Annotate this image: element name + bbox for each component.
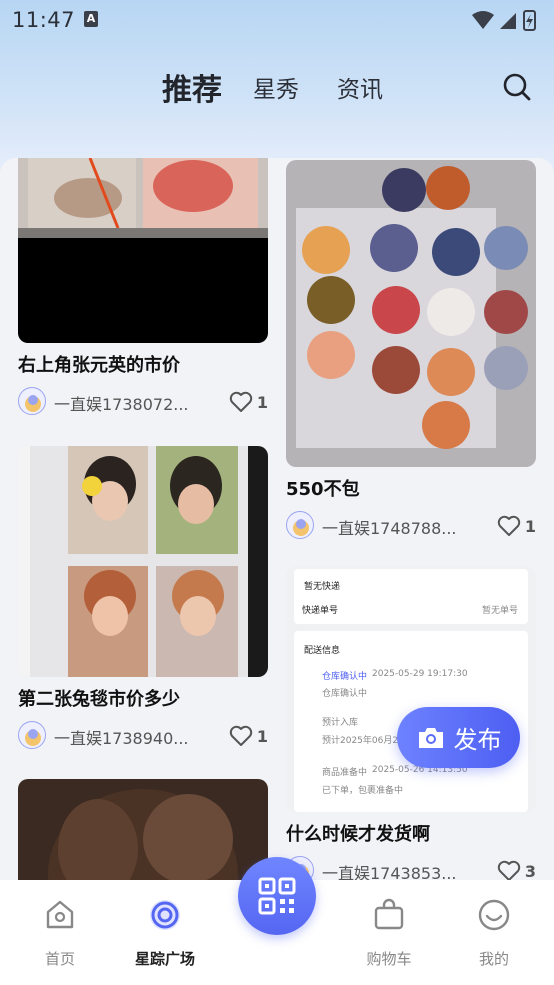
heart-icon xyxy=(229,391,253,412)
like-button[interactable]: 1 xyxy=(497,513,536,539)
feed-content: 右上角张元英的市价 一直娱1738072... 1 第二张兔毯市价多少 一直娱1… xyxy=(0,158,554,880)
tab-news[interactable]: 资讯 xyxy=(337,70,383,104)
like-count: 1 xyxy=(256,392,268,412)
like-count: 3 xyxy=(524,861,536,881)
no-express-text: 暂无快递 xyxy=(304,582,341,592)
post-card[interactable]: 第二张兔毯市价多少 一直娱1738940... 1 xyxy=(18,446,268,751)
post-title: 550不包 xyxy=(286,479,360,500)
nav-label: 首页 xyxy=(44,950,75,968)
nav-label: 我的 xyxy=(478,950,509,968)
post-image xyxy=(18,779,268,880)
step-title: 预计入库 xyxy=(322,718,359,728)
nav-label: 购物车 xyxy=(366,950,412,968)
qr-scan-icon xyxy=(258,877,296,915)
status-indicators-icon xyxy=(472,10,536,31)
tab-star-show[interactable]: 星秀 xyxy=(253,70,299,104)
avatar[interactable] xyxy=(18,387,46,415)
post-meta: 一直娱1738940... 1 xyxy=(18,721,268,751)
bag-icon xyxy=(374,898,404,930)
nav-item-home[interactable]: 首页 xyxy=(10,898,110,969)
nav-item-cart[interactable]: 购物车 xyxy=(339,898,439,969)
express-number-value: 暂无单号 xyxy=(481,606,518,616)
like-button[interactable]: 1 xyxy=(229,723,268,749)
status-time: 11:47 xyxy=(12,8,76,32)
username[interactable]: 一直娱1748788... xyxy=(322,515,457,539)
post-card[interactable]: 550不包 一直娱1748788... 1 xyxy=(286,160,536,541)
delivery-info-heading: 配送信息 xyxy=(304,646,341,656)
post-card[interactable]: 右上角张元英的市价 一直娱1738072... 1 xyxy=(18,158,268,417)
camera-icon xyxy=(418,727,443,748)
like-count: 1 xyxy=(256,726,268,746)
nav-item-mine[interactable]: 我的 xyxy=(444,898,544,969)
post-title: 什么时候才发货啊 xyxy=(286,824,430,845)
nav-label: 星踪广场 xyxy=(134,950,195,968)
step-title: 商品准备中 xyxy=(322,768,368,778)
like-button[interactable]: 1 xyxy=(229,389,268,415)
status-bar: 11:47 A xyxy=(0,0,554,38)
target-icon xyxy=(150,900,180,930)
express-number-label: 快递单号 xyxy=(302,606,339,616)
post-card[interactable] xyxy=(18,779,268,880)
username[interactable]: 一直娱1738072... xyxy=(54,391,189,415)
top-tab-bar: 推荐 星秀 资讯 xyxy=(0,60,554,116)
avatar[interactable] xyxy=(18,721,46,749)
post-meta: 一直娱1738072... 1 xyxy=(18,387,268,417)
like-count: 1 xyxy=(524,516,536,536)
photocard-binder-image xyxy=(18,446,268,677)
badges-photo-image xyxy=(286,160,536,467)
publish-label: 发布 xyxy=(453,726,502,754)
express-info-box: 暂无快递 快递单号 暂无单号 xyxy=(294,569,528,624)
binder-photo-image xyxy=(18,158,268,343)
like-button[interactable]: 3 xyxy=(497,858,536,880)
post-image: 暂无快递 快递单号 暂无单号 配送信息 仓库确认中 2025-05-29 19:… xyxy=(286,566,536,812)
post-title: 右上角张元英的市价 xyxy=(18,355,180,376)
home-icon xyxy=(46,900,74,929)
nav-item-star-square[interactable]: 星踪广场 xyxy=(115,898,215,969)
avatar[interactable] xyxy=(286,511,314,539)
post-title: 第二张兔毯市价多少 xyxy=(18,689,180,710)
post-image xyxy=(18,446,268,677)
publish-button[interactable]: 发布 xyxy=(397,707,520,768)
scan-button[interactable] xyxy=(238,857,316,935)
post-meta: 一直娱1748788... 1 xyxy=(286,511,536,541)
username[interactable]: 一直娱1738940... xyxy=(54,725,189,749)
username[interactable]: 一直娱1743853... xyxy=(322,860,457,880)
step-desc: 已下单，包裹准备中 xyxy=(322,786,404,796)
heart-icon xyxy=(497,515,521,536)
search-icon[interactable] xyxy=(502,72,532,102)
post-meta: 一直娱1743853... 3 xyxy=(286,856,536,880)
step-title: 仓库确认中 xyxy=(322,672,368,682)
step-desc: 预计2025年06月2 xyxy=(322,736,399,746)
smile-icon xyxy=(478,899,510,931)
post-image xyxy=(286,160,536,467)
step-time: 2025-05-29 19:17:30 xyxy=(372,669,468,679)
heart-icon xyxy=(229,725,253,746)
portrait-photo-image xyxy=(18,779,268,880)
heart-icon xyxy=(497,860,521,880)
app-notification-icon: A xyxy=(84,11,98,27)
step-desc: 仓库确认中 xyxy=(322,689,368,699)
post-image xyxy=(18,158,268,343)
tab-recommend[interactable]: 推荐 xyxy=(162,65,222,109)
